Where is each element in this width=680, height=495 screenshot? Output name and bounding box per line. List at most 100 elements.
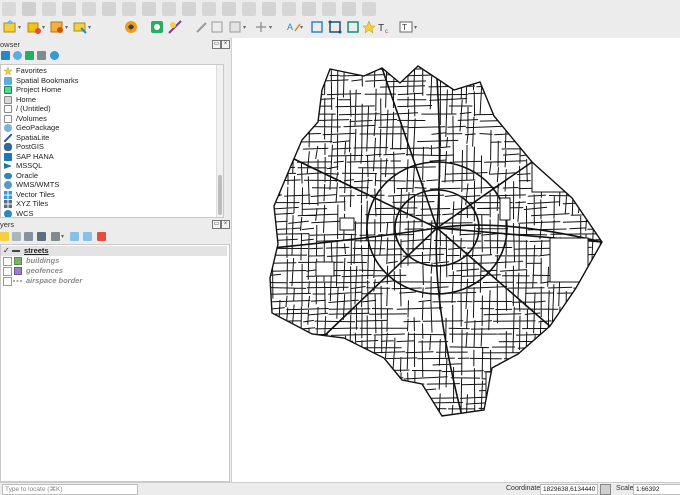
digitize-pencil-icon[interactable] (195, 20, 209, 34)
help-icon[interactable] (50, 51, 59, 60)
xyz-tiles-icon (4, 200, 12, 208)
line-symbol-icon (12, 247, 20, 255)
browser-toolbar (0, 50, 229, 63)
chevron-down-icon[interactable]: ▾ (18, 24, 24, 32)
open-area (315, 261, 335, 277)
expand-all-icon[interactable] (70, 232, 79, 241)
label-move-icon[interactable] (222, 2, 236, 16)
chevron-down-icon[interactable]: ▾ (243, 24, 249, 32)
new-layer-icon[interactable] (3, 20, 17, 34)
field-calculator-icon[interactable] (62, 2, 76, 16)
layers-tree[interactable]: ✓ streets buildings geofences airspace b… (0, 244, 230, 482)
toggle-extents-icon[interactable] (600, 484, 611, 495)
float-panel-icon[interactable]: ▭ (212, 220, 221, 229)
fill-symbol-icon (14, 257, 22, 265)
layer-name: geofences (26, 266, 64, 275)
move-feature-icon[interactable] (254, 20, 268, 34)
label-change-icon[interactable]: Tc (378, 20, 392, 34)
add-group-icon[interactable] (12, 232, 21, 241)
filter-by-expression-icon[interactable] (51, 232, 60, 241)
layer-checkbox[interactable] (3, 267, 12, 276)
chevron-down-icon[interactable]: ▾ (61, 233, 67, 241)
layer-row-geofences[interactable]: geofences (1, 266, 227, 276)
toolbox-icon[interactable] (82, 2, 96, 16)
redo-icon[interactable] (342, 2, 356, 16)
browser-scrollbar[interactable] (216, 65, 223, 217)
layers-panel: yers ▭ × ▾ ✓ streets buildings geofences (0, 219, 230, 482)
select-features-icon[interactable] (22, 2, 36, 16)
manage-map-themes-icon[interactable] (24, 232, 33, 241)
label-pin-icon[interactable] (310, 20, 324, 34)
coordinate-label: Coordinate (506, 485, 541, 492)
advanced-digitize-icon[interactable] (362, 2, 376, 16)
remove-layer-icon[interactable] (97, 232, 106, 241)
add-selected-layers-icon[interactable] (1, 51, 10, 60)
star-icon (3, 66, 13, 76)
label-change-icon[interactable] (262, 2, 276, 16)
layer-row-streets[interactable]: ✓ streets (1, 246, 227, 256)
layer-row-buildings[interactable]: buildings (1, 256, 227, 266)
digitize-icon[interactable] (282, 2, 296, 16)
map-tips-icon[interactable] (142, 2, 156, 16)
close-panel-icon[interactable]: × (221, 40, 230, 49)
filter-icon[interactable] (25, 51, 34, 60)
identify-features-icon[interactable] (2, 2, 16, 16)
processing-toolbox-icon[interactable] (150, 20, 164, 34)
filter-legend-icon[interactable] (37, 232, 46, 241)
close-panel-icon[interactable]: × (221, 220, 230, 229)
add-vector-layer-icon[interactable] (27, 20, 41, 34)
chevron-down-icon[interactable]: ▾ (300, 24, 306, 32)
chevron-down-icon[interactable]: ▾ (269, 24, 275, 32)
collapse-all-icon[interactable] (37, 51, 46, 60)
add-delimited-text-icon[interactable] (73, 20, 87, 34)
undo-icon[interactable] (322, 2, 336, 16)
float-panel-icon[interactable]: ▭ (212, 40, 221, 49)
refresh-icon[interactable] (13, 51, 22, 60)
street-network-map[interactable] (232, 38, 680, 482)
statistics-icon[interactable] (102, 2, 116, 16)
vertex-tool-icon[interactable] (302, 2, 316, 16)
collapse-all-icon[interactable] (83, 232, 92, 241)
label-rotate-icon[interactable] (346, 20, 360, 34)
label-pin-icon[interactable] (182, 2, 196, 16)
svg-text:T: T (402, 23, 407, 32)
text-annotation-icon[interactable]: T (399, 20, 413, 34)
open-area (531, 157, 573, 193)
map-canvas[interactable] (231, 38, 680, 482)
wms-icon (4, 181, 12, 189)
label-rotate-icon[interactable] (242, 2, 256, 16)
open-styling-icon[interactable] (0, 232, 9, 241)
measure-icon[interactable] (122, 2, 136, 16)
add-raster-layer-icon[interactable] (50, 20, 64, 34)
chevron-down-icon[interactable]: ▾ (414, 24, 420, 32)
attributes-toolbar (0, 0, 680, 17)
scrollbar-thumb[interactable] (218, 175, 222, 215)
save-edits-icon[interactable] (210, 20, 224, 34)
locator-search-input[interactable]: Type to locate (⌘K) (2, 484, 138, 495)
chevron-down-icon[interactable]: ▾ (88, 24, 94, 32)
layer-checkbox[interactable] (3, 277, 12, 286)
label-move-icon[interactable] (328, 20, 342, 34)
layer-row-airspace-border[interactable]: airspace border (1, 276, 227, 286)
layer-checkbox[interactable] (3, 257, 12, 266)
deselect-icon[interactable] (42, 2, 56, 16)
layers-toolbar: ▾ (0, 231, 229, 244)
label-show-hide-icon[interactable] (202, 2, 216, 16)
oracle-icon (4, 172, 12, 179)
label-highlight-icon[interactable] (362, 20, 376, 34)
checkbox-checked-icon[interactable]: ✓ (3, 246, 10, 256)
python-console-icon[interactable] (124, 20, 138, 34)
chevron-down-icon[interactable]: ▾ (42, 24, 48, 32)
add-feature-icon[interactable] (228, 20, 242, 34)
layer-name: buildings (26, 256, 60, 265)
coordinate-field[interactable]: 1829638,6134440 (540, 484, 598, 495)
project-home-icon (4, 86, 12, 94)
zoom-tools-icon[interactable] (168, 20, 182, 34)
label-abc-icon[interactable]: A (287, 20, 301, 34)
chevron-down-icon[interactable]: ▾ (65, 24, 71, 32)
open-area (499, 197, 511, 221)
scale-field[interactable]: 1:66392 (633, 484, 680, 495)
annotation-icon[interactable] (162, 2, 176, 16)
postgis-icon (4, 143, 12, 151)
browser-tree[interactable]: Favorites Spatial Bookmarks Project Home… (0, 64, 224, 218)
